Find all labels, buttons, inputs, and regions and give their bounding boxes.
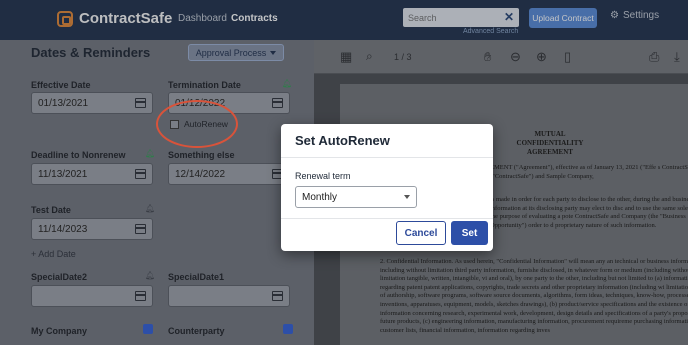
renewal-term-value: Monthly <box>302 191 338 203</box>
set-button[interactable]: Set <box>451 221 488 245</box>
modal-title: Set AutoRenew <box>295 133 390 148</box>
cancel-button[interactable]: Cancel <box>396 221 446 245</box>
renewal-term-label: Renewal term <box>295 171 351 181</box>
autorenew-modal: Set AutoRenew Renewal term Monthly Cance… <box>281 124 493 251</box>
divider <box>281 157 493 158</box>
divider <box>281 218 493 219</box>
renewal-term-select[interactable]: Monthly <box>295 186 417 208</box>
chevron-down-icon <box>404 195 410 199</box>
